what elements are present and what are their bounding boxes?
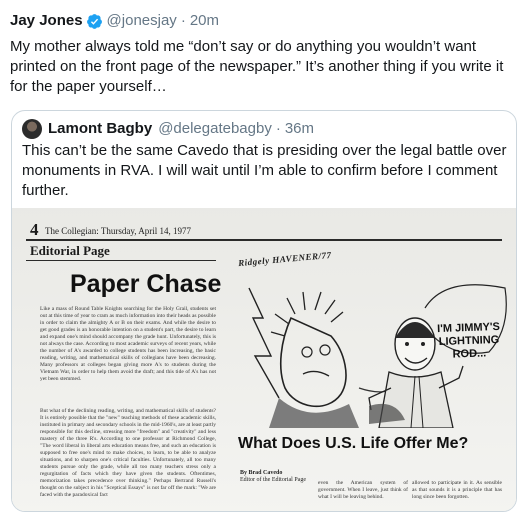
clipping-section-rule <box>26 260 216 261</box>
clipping-byline: By Brad Cavedo Editor of the Editorial P… <box>240 470 306 484</box>
quoted-author-avatar[interactable] <box>22 119 42 139</box>
quoted-tweet[interactable]: Lamont Bagby @delegatebagby · 36m This c… <box>11 110 517 512</box>
newspaper-clipping-image[interactable]: 4 The Collegian: Thursday, April 14, 197… <box>12 208 516 511</box>
clipping-column-b: But what of the declining reading, writi… <box>40 408 216 498</box>
verified-badge-icon <box>86 13 102 29</box>
author-handle[interactable]: @jonesjay <box>107 12 177 30</box>
clipping-headline: Paper Chase <box>70 270 222 298</box>
byline-author: By Brad Cavedo <box>240 470 283 476</box>
tweet-text: My mother always told me “don’t say or d… <box>10 38 504 95</box>
quoted-author-handle: @delegatebagby <box>158 120 272 137</box>
clipping-column-d: allowed to participate in it. As sensibl… <box>412 480 502 500</box>
clipping-top-rule <box>26 239 502 241</box>
clipping-section-title: Editorial Page <box>30 243 110 258</box>
tweet-timestamp[interactable]: 20m <box>190 12 219 30</box>
quoted-tweet-header: Lamont Bagby @delegatebagby · 36m <box>22 119 314 139</box>
clipping-page-number: 4 <box>30 220 39 239</box>
clipping-second-headline: What Does U.S. Life Offer Me? <box>238 435 469 452</box>
quoted-header-separator: · <box>275 120 281 137</box>
quoted-tweet-text: This can’t be the same Cavedo that is pr… <box>22 142 507 199</box>
header-separator: · <box>180 12 186 29</box>
tweet-header: Jay Jones @jonesjay · 20m <box>10 12 219 30</box>
clipping-column-a: Like a mass of Round Table Knights searc… <box>40 306 216 382</box>
cartoon-speech-bubble-text: I'M JIMMY'S LIGHTNING ROD... <box>436 320 501 361</box>
author-name[interactable]: Jay Jones <box>10 12 83 30</box>
clipping-column-c: even the American system of government. … <box>318 480 408 500</box>
quoted-tweet-timestamp: 36m <box>284 120 315 137</box>
quoted-author-name: Lamont Bagby <box>48 120 153 137</box>
tweet-card[interactable]: Jay Jones @jonesjay · 20m My mother alwa… <box>0 0 527 512</box>
byline-role: Editor of the Editorial Page <box>240 477 306 483</box>
clipping-dateline: The Collegian: Thursday, April 14, 1977 <box>45 226 191 236</box>
